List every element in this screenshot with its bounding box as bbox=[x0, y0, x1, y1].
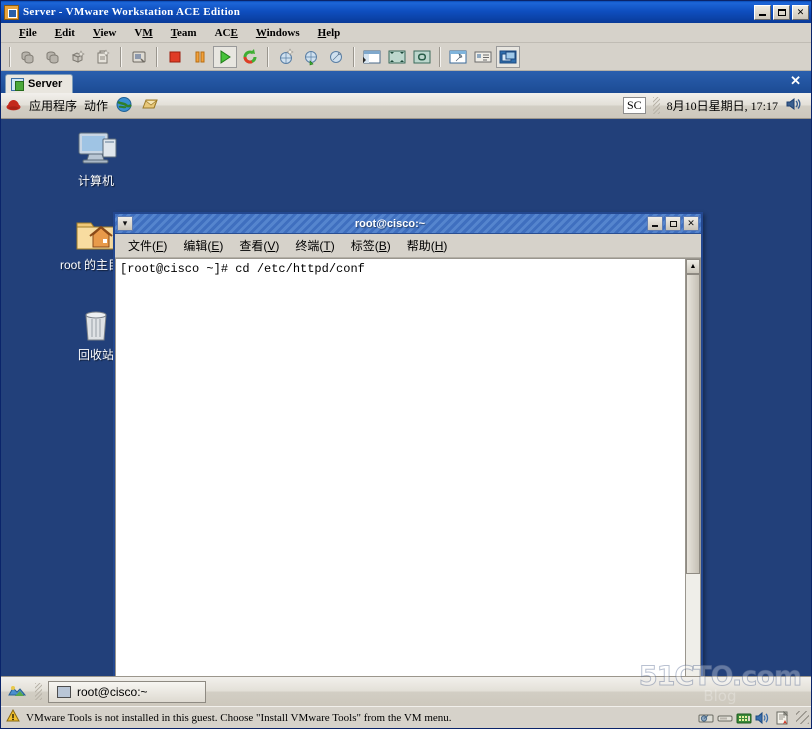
printer-icon[interactable] bbox=[774, 710, 790, 726]
speaker-icon[interactable] bbox=[785, 96, 803, 115]
toolbar-separator bbox=[439, 46, 441, 67]
virtual-machine-icon bbox=[11, 77, 24, 91]
web-browser-icon[interactable] bbox=[115, 96, 134, 116]
desktop-icon-computer-label: 计算机 bbox=[77, 174, 114, 188]
new-virtual-machine-icon[interactable] bbox=[274, 46, 298, 68]
network-adapter-icon[interactable] bbox=[736, 710, 752, 726]
applications-menu[interactable]: 应用程序 bbox=[29, 97, 77, 114]
vmware-menu-bar: File Edit View VM Team ACE Windows Help bbox=[1, 23, 811, 43]
panel-clock[interactable]: 8月10日星期日, 17:17 bbox=[667, 97, 778, 114]
gnome-top-panel: 应用程序 动作 SC 8月10日星期日, 17:17 bbox=[1, 93, 811, 119]
status-message: VMware Tools is not installed in this gu… bbox=[26, 711, 452, 724]
vm-settings-icon[interactable] bbox=[324, 46, 348, 68]
terminal-window: ▾ root@cisco:~ ✕ 文件(F) 编辑(E) 查看(V) 终端(T)… bbox=[113, 212, 703, 676]
quick-switch-icon[interactable] bbox=[410, 46, 434, 68]
vm-tab-strip: Server ✕ bbox=[1, 71, 811, 93]
toolbar-separator bbox=[353, 46, 355, 67]
taskbar-item-label: root@cisco:~ bbox=[77, 684, 148, 699]
desktop-icon-computer[interactable]: 计算机 bbox=[53, 127, 139, 188]
sound-card-icon[interactable] bbox=[755, 710, 771, 726]
vmware-toolbar bbox=[1, 43, 811, 71]
toolbar-separator bbox=[267, 46, 269, 67]
terminal-title: root@cisco:~ bbox=[354, 217, 426, 230]
menu-windows[interactable]: Windows bbox=[248, 25, 308, 41]
scroll-up-arrow-icon[interactable]: ▲ bbox=[686, 259, 700, 274]
menu-team[interactable]: Team bbox=[163, 25, 205, 41]
taskbar-item-terminal[interactable]: root@cisco:~ bbox=[48, 680, 206, 703]
terminal-menu-terminal[interactable]: 终端(T) bbox=[288, 235, 341, 256]
vmware-status-bar: VMware Tools is not installed in this gu… bbox=[1, 706, 811, 728]
computer-icon bbox=[53, 127, 139, 171]
terminal-close-button[interactable]: ✕ bbox=[683, 216, 699, 231]
power-off-icon[interactable] bbox=[163, 46, 187, 68]
terminal-body: [root@cisco ~]# cd /etc/httpd/conf ▲ ▼ bbox=[115, 258, 701, 676]
terminal-menu-help[interactable]: 帮助(H) bbox=[400, 235, 455, 256]
vmware-app-icon bbox=[4, 4, 19, 20]
panel-drag-handle[interactable] bbox=[652, 97, 660, 114]
vmware-window-controls: ✕ bbox=[754, 4, 809, 20]
input-method-indicator[interactable]: SC bbox=[622, 97, 646, 114]
terminal-maximize-button[interactable] bbox=[665, 216, 681, 231]
minimize-button[interactable] bbox=[754, 4, 771, 20]
snapshot-icon[interactable] bbox=[16, 46, 40, 68]
evolution-mail-icon[interactable] bbox=[141, 96, 160, 116]
menu-help[interactable]: Help bbox=[310, 25, 349, 41]
revert-snapshot-icon[interactable] bbox=[41, 46, 65, 68]
toolbar-separator bbox=[9, 46, 11, 67]
resize-grip[interactable] bbox=[796, 711, 809, 724]
terminal-menu-bar: 文件(F) 编辑(E) 查看(V) 终端(T) 标签(B) 帮助(H) bbox=[115, 234, 701, 258]
menu-edit[interactable]: Edit bbox=[47, 25, 83, 41]
show-desktop-icon[interactable] bbox=[5, 681, 29, 703]
fullscreen-icon[interactable] bbox=[385, 46, 409, 68]
tab-server[interactable]: Server bbox=[5, 74, 74, 93]
terminal-scrollbar[interactable]: ▲ ▼ bbox=[685, 259, 700, 676]
show-sidebar-icon[interactable] bbox=[360, 46, 384, 68]
floppy-drive-icon[interactable] bbox=[717, 710, 733, 726]
capture-screen-icon[interactable] bbox=[127, 46, 151, 68]
terminal-menu-edit[interactable]: 编辑(E) bbox=[176, 235, 230, 256]
terminal-menu-view[interactable]: 查看(V) bbox=[232, 235, 286, 256]
terminal-title-bar[interactable]: ▾ root@cisco:~ ✕ bbox=[115, 214, 701, 234]
gnome-desktop[interactable]: 计算机 root 的主目录 回收站 ▾ root@cisco:~ ✕ 文件(F)… bbox=[1, 119, 811, 676]
vmware-title-bar: Server - VMware Workstation ACE Edition … bbox=[1, 1, 811, 23]
actions-menu[interactable]: 动作 bbox=[84, 97, 108, 114]
terminal-window-icon bbox=[57, 685, 71, 698]
power-on-icon[interactable] bbox=[213, 45, 237, 68]
menu-view[interactable]: View bbox=[85, 25, 124, 41]
gnome-bottom-panel: root@cisco:~ bbox=[1, 676, 811, 706]
menu-ace[interactable]: ACE bbox=[207, 25, 246, 41]
toolbar-separator bbox=[156, 46, 158, 67]
bottom-panel-drag-handle[interactable] bbox=[35, 683, 42, 700]
status-device-icons bbox=[698, 710, 809, 726]
scrollbar-track[interactable] bbox=[686, 274, 700, 676]
console-view-icon[interactable] bbox=[496, 45, 520, 68]
warning-triangle-icon bbox=[6, 708, 20, 727]
vmware-window-title: Server - VMware Workstation ACE Edition bbox=[23, 6, 241, 18]
guest-console-area: Server ✕ 应用程序 动作 SC 8月10日星期日, 17:17 计算机 … bbox=[1, 71, 811, 706]
maximize-button[interactable] bbox=[773, 4, 790, 20]
panel-tray: SC 8月10日星期日, 17:17 bbox=[622, 96, 807, 115]
terminal-menu-file[interactable]: 文件(F) bbox=[121, 235, 174, 256]
menu-file[interactable]: File bbox=[11, 25, 45, 41]
tab-close-icon[interactable]: ✕ bbox=[790, 74, 801, 87]
window-menu-chevron-icon[interactable]: ▾ bbox=[117, 216, 133, 231]
scrollbar-thumb[interactable] bbox=[686, 274, 700, 575]
edit-vm-settings-icon[interactable] bbox=[446, 46, 470, 68]
close-button[interactable]: ✕ bbox=[792, 4, 809, 20]
clone-virtual-machine-icon[interactable] bbox=[299, 46, 323, 68]
toolbar-separator bbox=[120, 46, 122, 67]
summary-view-icon[interactable] bbox=[471, 46, 495, 68]
terminal-minimize-button[interactable] bbox=[647, 216, 663, 231]
redhat-icon[interactable] bbox=[5, 97, 22, 115]
snapshot-manager-icon[interactable] bbox=[91, 46, 115, 68]
menu-vm[interactable]: VM bbox=[126, 25, 160, 41]
tab-server-label: Server bbox=[28, 78, 63, 90]
terminal-output[interactable]: [root@cisco ~]# cd /etc/httpd/conf bbox=[116, 259, 685, 676]
manage-snapshots-icon[interactable] bbox=[66, 46, 90, 68]
vmware-workstation-window: Server - VMware Workstation ACE Edition … bbox=[0, 0, 812, 729]
suspend-icon[interactable] bbox=[188, 46, 212, 68]
hard-disk-icon[interactable] bbox=[698, 710, 714, 726]
reset-icon[interactable] bbox=[238, 46, 262, 68]
terminal-menu-tabs[interactable]: 标签(B) bbox=[344, 235, 398, 256]
